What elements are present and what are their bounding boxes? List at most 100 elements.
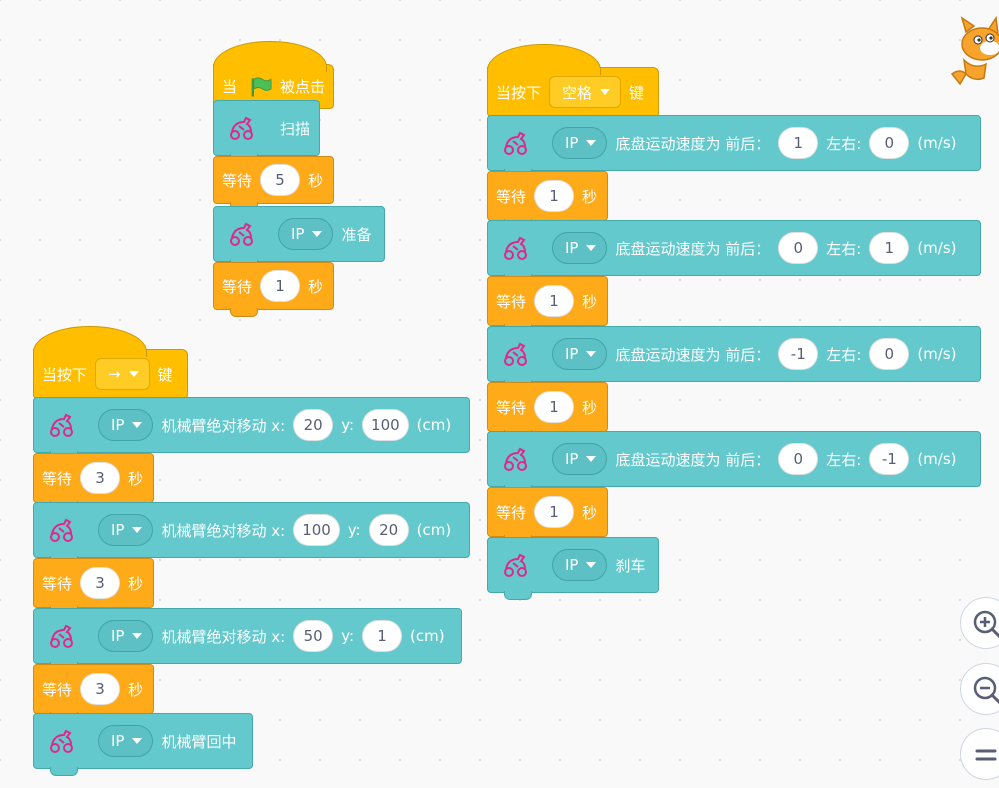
- ip-label: IP: [111, 732, 125, 750]
- seconds-label: 秒: [128, 574, 144, 593]
- wait-seconds-input[interactable]: 3: [80, 673, 121, 705]
- ip-dropdown[interactable]: IP: [552, 549, 608, 581]
- green-flag-icon: [251, 76, 272, 97]
- brake-block[interactable]: IP 刹车: [487, 537, 659, 600]
- left-right-input[interactable]: 0: [869, 338, 910, 370]
- wait-label: 等待: [496, 503, 527, 522]
- wait-label: 等待: [42, 574, 73, 593]
- scan-label: 扫描: [280, 119, 311, 138]
- brake-label: 刹车: [615, 556, 646, 575]
- chassis-speed-block[interactable]: IP 底盘运动速度为 前后： 1 左右: 0 (m/s): [487, 115, 981, 178]
- y-input[interactable]: 1: [362, 620, 403, 652]
- wait-seconds-input[interactable]: 1: [534, 285, 575, 317]
- x-input[interactable]: 20: [293, 409, 334, 441]
- front-back-input[interactable]: 0: [778, 443, 819, 475]
- scan-block[interactable]: 扫描: [213, 100, 320, 163]
- wait-block[interactable]: 等待 1 秒: [487, 171, 608, 228]
- ip-dropdown[interactable]: IP: [98, 409, 154, 441]
- key-label: 键: [629, 83, 645, 102]
- ip-dropdown[interactable]: IP: [98, 620, 154, 652]
- wait-block[interactable]: 等待 3 秒: [33, 453, 154, 510]
- key-value: 空格: [562, 83, 593, 102]
- x-input[interactable]: 100: [293, 514, 340, 546]
- wait-seconds-input[interactable]: 1: [534, 391, 575, 423]
- hat-cap: [213, 41, 327, 72]
- wait-block[interactable]: 等待 3 秒: [33, 558, 154, 615]
- ip-dropdown[interactable]: IP: [98, 514, 154, 546]
- left-right-input[interactable]: 1: [869, 232, 910, 264]
- robot-icon: [50, 625, 73, 648]
- zoom-in-icon: [973, 610, 999, 639]
- ip-label: IP: [565, 345, 579, 363]
- wait-seconds-input[interactable]: 3: [80, 567, 121, 599]
- ip-dropdown[interactable]: IP: [552, 127, 608, 159]
- y-input[interactable]: 20: [368, 514, 409, 546]
- left-right-label: 左右:: [826, 450, 862, 469]
- seconds-label: 秒: [128, 469, 144, 488]
- seconds-label: 秒: [128, 680, 144, 699]
- prepare-block[interactable]: IP 准备: [213, 206, 385, 269]
- wait-seconds-input[interactable]: 1: [534, 496, 575, 528]
- wait-label: 等待: [496, 398, 527, 417]
- ip-dropdown[interactable]: IP: [552, 232, 608, 264]
- ms-label: (m/s): [917, 239, 957, 257]
- seconds-label: 秒: [308, 171, 324, 190]
- ip-label: IP: [111, 416, 125, 434]
- dropdown-caret-icon: [132, 422, 143, 428]
- ip-label: IP: [565, 450, 579, 468]
- wait-block[interactable]: 等待 5 秒: [213, 156, 334, 211]
- ip-dropdown[interactable]: IP: [552, 338, 608, 370]
- arm-move-block[interactable]: IP 机械臂绝对移动 x: 50 y: 1 (cm): [33, 608, 462, 671]
- ip-dropdown[interactable]: IP: [98, 725, 154, 757]
- zoom-in-button[interactable]: [960, 597, 999, 649]
- when-key-pressed-block[interactable]: 当按下 空格 键: [487, 44, 659, 124]
- robot-icon: [50, 519, 73, 542]
- front-back-input[interactable]: -1: [778, 338, 819, 370]
- wait-seconds-input[interactable]: 5: [260, 164, 301, 196]
- ip-label: IP: [565, 134, 579, 152]
- wait-seconds-input[interactable]: 3: [80, 462, 121, 494]
- ms-label: (m/s): [917, 134, 957, 152]
- arm-center-block[interactable]: IP 机械臂回中: [33, 713, 253, 776]
- wait-seconds-input[interactable]: 1: [534, 180, 575, 212]
- dropdown-caret-icon: [586, 351, 597, 357]
- zoom-out-button[interactable]: [960, 663, 999, 715]
- left-right-input[interactable]: 0: [869, 127, 910, 159]
- robot-icon: [50, 730, 73, 753]
- arm-move-block[interactable]: IP 机械臂绝对移动 x: 20 y: 100 (cm): [33, 397, 470, 460]
- dropdown-caret-icon: [586, 245, 597, 251]
- front-back-input[interactable]: 1: [778, 127, 819, 159]
- wait-block[interactable]: 等待 1 秒: [213, 262, 334, 317]
- wait-block[interactable]: 等待 1 秒: [487, 276, 608, 333]
- chassis-speed-block[interactable]: IP 底盘运动速度为 前后： 0 左右: 1 (m/s): [487, 220, 981, 283]
- key-label: 键: [157, 365, 173, 384]
- chassis-speed-block[interactable]: IP 底盘运动速度为 前后： 0 左右: -1 (m/s): [487, 431, 981, 494]
- robot-icon: [230, 223, 253, 246]
- chassis-speed-label: 底盘运动速度为 前后：: [615, 345, 771, 364]
- zoom-reset-button[interactable]: [960, 728, 999, 780]
- when-key-pressed-label: 当按下: [496, 83, 542, 102]
- left-right-input[interactable]: -1: [869, 443, 910, 475]
- ip-dropdown[interactable]: IP: [278, 218, 334, 250]
- key-dropdown[interactable]: →: [95, 358, 150, 390]
- ip-dropdown[interactable]: IP: [552, 443, 608, 475]
- dropdown-caret-icon: [586, 456, 597, 462]
- wait-seconds-input[interactable]: 1: [260, 270, 301, 302]
- left-right-label: 左右:: [826, 239, 862, 258]
- wait-label: 等待: [496, 187, 527, 206]
- key-dropdown[interactable]: 空格: [549, 76, 622, 108]
- wait-block[interactable]: 等待 3 秒: [33, 664, 154, 721]
- cm-label: (cm): [416, 521, 452, 539]
- robot-icon: [504, 132, 527, 155]
- chassis-speed-block[interactable]: IP 底盘运动速度为 前后： -1 左右: 0 (m/s): [487, 326, 981, 389]
- wait-block[interactable]: 等待 1 秒: [487, 382, 608, 439]
- dropdown-caret-icon: [128, 371, 139, 377]
- wait-block[interactable]: 等待 1 秒: [487, 487, 608, 544]
- cat-sprite-icon[interactable]: [944, 14, 999, 94]
- dropdown-caret-icon: [132, 527, 143, 533]
- arm-move-block[interactable]: IP 机械臂绝对移动 x: 100 y: 20 (cm): [33, 502, 470, 565]
- front-back-input[interactable]: 0: [778, 232, 819, 264]
- when-key-pressed-block[interactable]: 当按下 → 键: [33, 326, 188, 406]
- y-input[interactable]: 100: [362, 409, 409, 441]
- x-input[interactable]: 50: [293, 620, 334, 652]
